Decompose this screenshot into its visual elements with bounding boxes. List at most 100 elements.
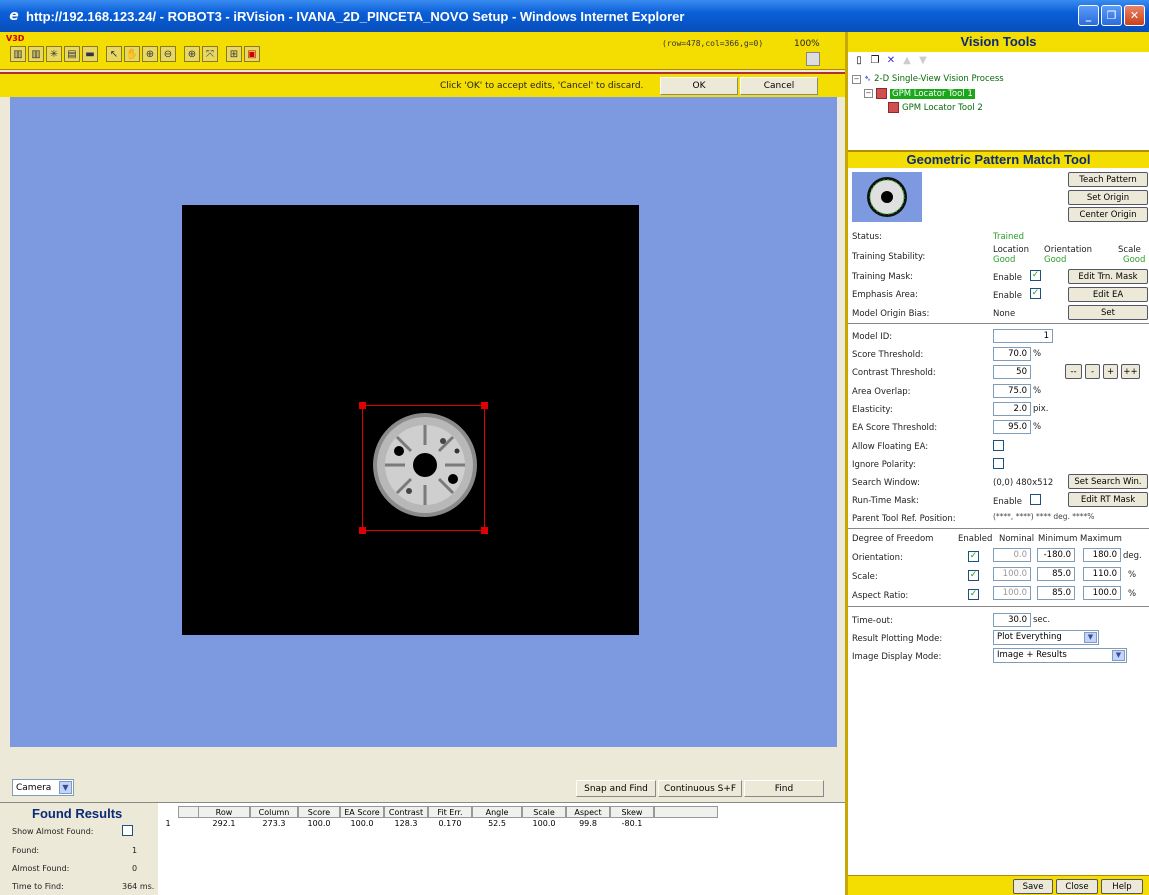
- copy-tool-icon[interactable]: ❐: [868, 54, 882, 67]
- roi-handle-br[interactable]: [481, 527, 488, 534]
- vision-tools-panel: Vision Tools ▯ ❐ ✕ ▲ ▼ − ➴ 2-D Single-Vi…: [845, 32, 1149, 895]
- new-tool-icon[interactable]: ▯: [852, 54, 866, 67]
- center-origin-button[interactable]: Center Origin: [1068, 207, 1148, 222]
- frame-icon[interactable]: ▣: [244, 46, 260, 62]
- table-cell: 100.0: [350, 819, 374, 828]
- decrement-large-button[interactable]: --: [1065, 364, 1082, 379]
- ok-button[interactable]: OK: [660, 77, 738, 95]
- collapse-icon[interactable]: −: [864, 89, 873, 98]
- table-header[interactable]: Scale: [522, 806, 566, 818]
- open-icon[interactable]: ▤: [64, 46, 80, 62]
- pan-hand-icon[interactable]: ✋: [124, 46, 140, 62]
- scale-enabled-checkbox[interactable]: ✓: [968, 570, 979, 581]
- floating-ea-checkbox[interactable]: [993, 440, 1004, 451]
- table-header[interactable]: Angle: [472, 806, 522, 818]
- move-up-icon[interactable]: ▲: [900, 54, 914, 67]
- tree-item-gpm1[interactable]: − GPM Locator Tool 1: [864, 88, 975, 99]
- edit-ea-button[interactable]: Edit EA: [1068, 287, 1148, 302]
- continuous-snap-find-button[interactable]: Continuous S+F: [658, 780, 742, 797]
- scale-max-input[interactable]: 110.0: [1083, 567, 1121, 581]
- orientation-enabled-checkbox[interactable]: ✓: [968, 551, 979, 562]
- roi-handle-tr[interactable]: [481, 402, 488, 409]
- emphasis-area-checkbox[interactable]: ✓: [1030, 288, 1041, 299]
- pointer-icon[interactable]: ↖: [106, 46, 122, 62]
- area-overlap-input[interactable]: 75.0: [993, 384, 1031, 398]
- roi-handle-tl[interactable]: [359, 402, 366, 409]
- increment-button[interactable]: +: [1103, 364, 1118, 379]
- show-almost-checkbox[interactable]: [122, 825, 133, 836]
- elasticity-input[interactable]: 2.0: [993, 402, 1031, 416]
- teach-pattern-button[interactable]: Teach Pattern: [1068, 172, 1148, 187]
- orientation-max-input[interactable]: 180.0: [1083, 548, 1121, 562]
- increment-large-button[interactable]: ++: [1121, 364, 1140, 379]
- move-down-icon[interactable]: ▼: [916, 54, 930, 67]
- zoom-toggle-icon[interactable]: [806, 52, 820, 66]
- contrast-threshold-input[interactable]: 50: [993, 365, 1031, 379]
- table-header[interactable]: Row: [198, 806, 250, 818]
- close-button[interactable]: Close: [1056, 879, 1098, 894]
- table-header[interactable]: Aspect: [566, 806, 610, 818]
- aspect-nominal-input[interactable]: 100.0: [993, 586, 1031, 600]
- delete-tool-icon[interactable]: ✕: [884, 54, 898, 67]
- set-search-window-button[interactable]: Set Search Win.: [1068, 474, 1148, 489]
- snap-and-find-button[interactable]: Snap and Find: [576, 780, 656, 797]
- tree-item-gpm2[interactable]: GPM Locator Tool 2: [888, 102, 983, 113]
- set-origin-button[interactable]: Set Origin: [1068, 190, 1148, 205]
- table-header: [654, 806, 718, 818]
- fit-icon[interactable]: ⤧: [202, 46, 218, 62]
- grid-icon[interactable]: ⊞: [226, 46, 242, 62]
- set-origin-bias-button[interactable]: Set: [1068, 305, 1148, 320]
- chevron-down-icon: ▼: [59, 781, 72, 794]
- pattern-roi[interactable]: [359, 402, 488, 534]
- tree-item-root[interactable]: − ➴ 2-D Single-View Vision Process: [852, 74, 1004, 84]
- training-mask-enable-label: Enable: [993, 273, 1022, 283]
- rt-mask-checkbox[interactable]: [1030, 494, 1041, 505]
- zoom-out-icon[interactable]: ⊖: [160, 46, 176, 62]
- zoom-area-icon[interactable]: ⊕: [184, 46, 200, 62]
- ea-score-input[interactable]: 95.0: [993, 420, 1031, 434]
- table-header[interactable]: Skew: [610, 806, 654, 818]
- table-header[interactable]: Score: [298, 806, 340, 818]
- timeout-input[interactable]: 30.0: [993, 613, 1031, 627]
- training-mask-checkbox[interactable]: ✓: [1030, 270, 1041, 281]
- image-viewport[interactable]: [10, 97, 837, 747]
- cancel-button[interactable]: Cancel: [740, 77, 818, 95]
- score-threshold-input[interactable]: 70.0: [993, 347, 1031, 361]
- edit-rt-mask-button[interactable]: Edit RT Mask: [1068, 492, 1148, 507]
- table-header[interactable]: EA Score: [340, 806, 384, 818]
- aspect-enabled-checkbox[interactable]: ✓: [968, 589, 979, 600]
- maximize-button[interactable]: ❐: [1101, 5, 1122, 26]
- table-header[interactable]: Contrast: [384, 806, 428, 818]
- v3d-badge: V3D: [6, 34, 25, 43]
- roi-handle-bl[interactable]: [359, 527, 366, 534]
- zoom-in-icon[interactable]: ⊕: [142, 46, 158, 62]
- help-button[interactable]: Help: [1101, 879, 1143, 894]
- ignore-polarity-checkbox[interactable]: [993, 458, 1004, 469]
- table-header[interactable]: Column: [250, 806, 298, 818]
- orientation-nominal-input[interactable]: 0.0: [993, 548, 1031, 562]
- aspect-unit: %: [1128, 589, 1137, 599]
- edit-bar: Click 'OK' to accept edits, 'Cancel' to …: [0, 72, 845, 97]
- edit-training-mask-button[interactable]: Edit Trn. Mask: [1068, 269, 1148, 284]
- table-header[interactable]: Fit Err.: [428, 806, 472, 818]
- snap-icon[interactable]: ✳: [46, 46, 62, 62]
- image-strip-icon[interactable]: ▥: [10, 46, 26, 62]
- camera-select[interactable]: Camera ▼: [12, 779, 74, 796]
- aspect-max-input[interactable]: 100.0: [1083, 586, 1121, 600]
- save-icon[interactable]: ▬: [82, 46, 98, 62]
- close-window-button[interactable]: ✕: [1124, 5, 1145, 26]
- collapse-icon[interactable]: −: [852, 74, 861, 84]
- decrement-button[interactable]: -: [1085, 364, 1100, 379]
- display-mode-select[interactable]: Image + Results ▼: [993, 648, 1127, 663]
- image-strip2-icon[interactable]: ▥: [28, 46, 44, 62]
- scale-nominal-input[interactable]: 100.0: [993, 567, 1031, 581]
- model-id-input[interactable]: 1: [993, 329, 1053, 343]
- plot-mode-select[interactable]: Plot Everything ▼: [993, 630, 1099, 645]
- find-button[interactable]: Find: [744, 780, 824, 797]
- minimize-button[interactable]: _: [1078, 5, 1099, 26]
- found-results-title: Found Results: [32, 806, 123, 821]
- scale-min-input[interactable]: 85.0: [1037, 567, 1075, 581]
- orientation-min-input[interactable]: -180.0: [1037, 548, 1075, 562]
- aspect-min-input[interactable]: 85.0: [1037, 586, 1075, 600]
- save-button[interactable]: Save: [1013, 879, 1053, 894]
